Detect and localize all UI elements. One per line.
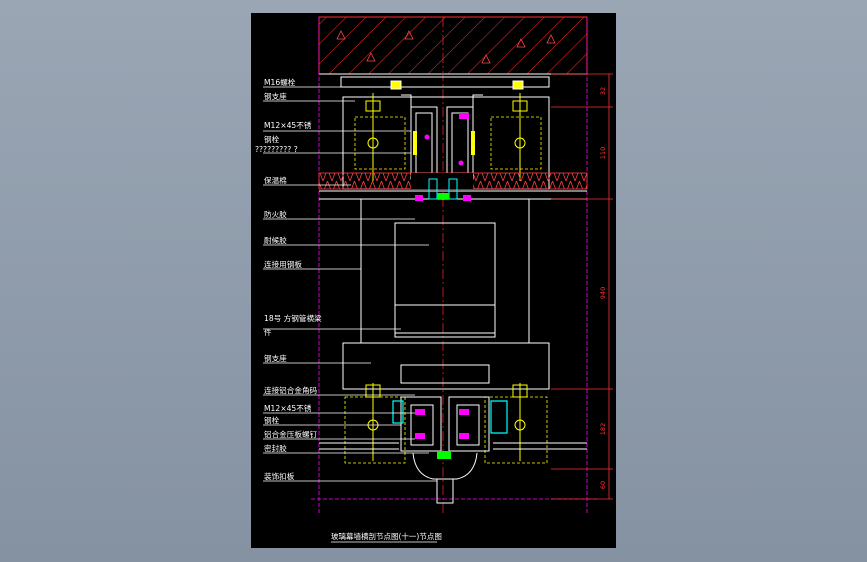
label-connector: 连接用钢板: [264, 259, 302, 269]
label-fire-seal: 防火胶: [264, 209, 287, 219]
label-steel-bracket-bottom: 钢支座: [264, 353, 287, 363]
top-bracket-assembly: [340, 76, 550, 190]
dim-60: 60: [599, 481, 607, 489]
dim-32: 32: [599, 87, 607, 95]
label-steel-bracket-top: 钢支座: [264, 91, 287, 101]
dim-110: 110: [599, 147, 607, 159]
label-unknown: ????????? ?: [255, 145, 298, 154]
mullion-gaskets-top: [413, 113, 475, 166]
label-m12-bolt-top: M12×45不锈: [264, 120, 312, 130]
label-aluminum-connector: 连接铝合金角码: [264, 385, 318, 395]
concrete-slab: [318, 16, 588, 75]
label-gasket: 铝合金压板螺钉: [264, 429, 318, 439]
label-m12-bolt-top-2: 钢栓: [264, 134, 280, 144]
bottom-bracket-assembly: [342, 342, 550, 390]
label-m12-bolt-bottom: M12×45不锈: [264, 403, 312, 413]
drawing-title: 玻璃幕墙横剖节点图(十一)节点图: [331, 531, 442, 541]
label-sealant: 耐候胶: [264, 235, 287, 245]
top-clip-outlines: [354, 116, 542, 170]
label-square-tube-2: 件: [264, 327, 272, 337]
insulation-gap: [411, 173, 473, 189]
label-silicone: 密封胶: [264, 443, 287, 453]
cad-drawing: M16螺栓 钢支座 M12×45不锈 钢栓 ????????? ? 保温棉 防火…: [255, 16, 613, 543]
dim-182: 182: [599, 423, 607, 435]
drawing-sheet: M16螺栓 钢支座 M12×45不锈 钢栓 ????????? ? 保温棉 防火…: [251, 13, 616, 548]
dim-940: 940: [599, 287, 607, 299]
glass-face: [319, 190, 587, 200]
label-square-tube: 18号 方钢管横梁: [264, 313, 322, 323]
label-m12-bolt-bottom-2: 钢栓: [264, 415, 280, 425]
mullion-seals-bottom: [392, 400, 508, 459]
label-insulation: 保温棉: [264, 175, 287, 185]
label-cover-plate: 装饰扣板: [264, 471, 295, 481]
label-m16-bolt: M16螺栓: [264, 77, 296, 87]
connection-beam: [360, 199, 530, 343]
